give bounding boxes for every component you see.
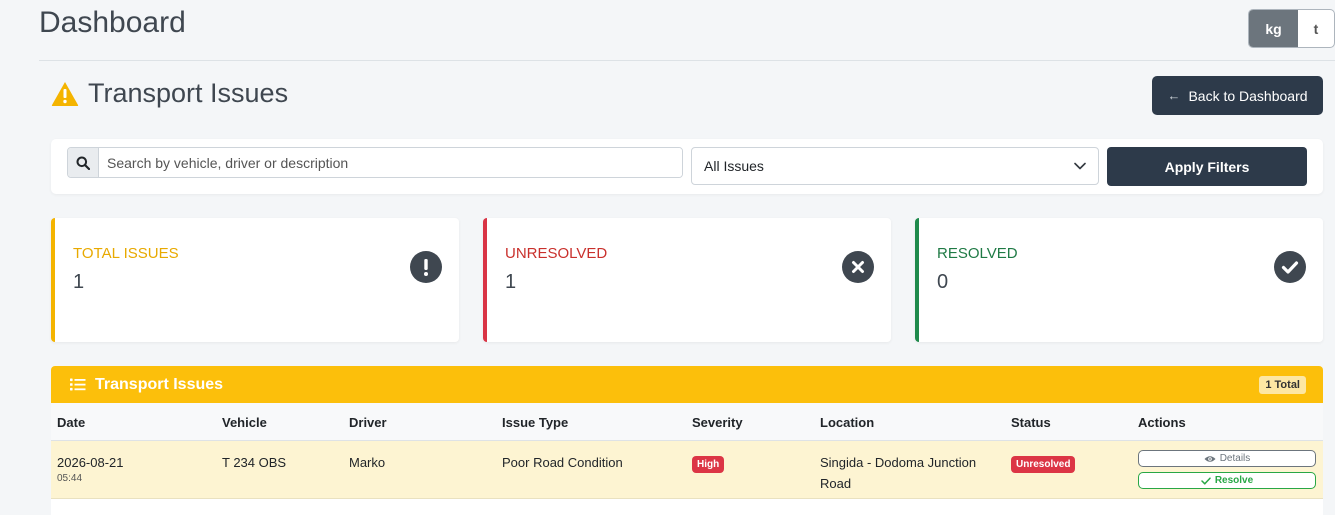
unit-option-kg[interactable]: kg [1249, 10, 1298, 47]
section-title: Transport Issues [51, 78, 288, 109]
row-date: 2026-08-21 [57, 455, 124, 470]
select-value: All Issues [704, 158, 764, 174]
eye-icon [1204, 455, 1216, 462]
check-icon [1201, 476, 1211, 485]
stat-label-total: TOTAL ISSUES [73, 245, 179, 262]
row-time: 05:44 [57, 473, 83, 484]
exclamation-circle-icon [410, 251, 442, 283]
cell-vehicle: T 234 OBS [222, 455, 287, 470]
stat-value-total: 1 [73, 271, 85, 293]
times-circle-icon [842, 251, 874, 283]
back-to-dashboard-button[interactable]: ← Back to Dashboard [1152, 76, 1323, 115]
arrow-left-icon: ← [1167, 88, 1181, 103]
details-label: Details [1219, 453, 1251, 464]
stat-label-unresolved: UNRESOLVED [505, 245, 608, 262]
apply-filters-button[interactable]: Apply Filters [1107, 147, 1307, 186]
issues-table-card: Transport Issues 1 Total Date Vehicle Dr… [51, 366, 1323, 515]
table-column-headers: Date Vehicle Driver Issue Type Severity … [51, 403, 1323, 441]
section-title-text: Transport Issues [88, 78, 289, 108]
col-header-driver[interactable]: Driver [349, 415, 387, 430]
stat-card-unresolved: UNRESOLVED 1 [483, 218, 891, 342]
cell-date: 2026-08-21 05:44 [57, 452, 124, 485]
page-title: Dashboard [39, 6, 186, 39]
stat-card-resolved: RESOLVED 0 [915, 218, 1323, 342]
resolve-label: Resolve [1214, 475, 1254, 486]
col-header-actions: Actions [1138, 415, 1186, 430]
status-badge: Unresolved [1011, 456, 1076, 473]
col-header-severity[interactable]: Severity [692, 415, 743, 430]
search-icon [68, 148, 99, 177]
details-button[interactable]: Details [1138, 450, 1316, 467]
col-header-issue-type[interactable]: Issue Type [502, 415, 568, 430]
cell-location: Singida - Dodoma Junction Road [820, 455, 977, 491]
stat-value-resolved: 0 [937, 271, 949, 293]
table-title: Transport Issues [70, 376, 223, 394]
chevron-down-icon [1074, 162, 1086, 170]
cell-driver: Marko [349, 455, 386, 470]
table-header-bar: Transport Issues 1 Total [51, 366, 1323, 403]
header-divider [39, 60, 1335, 61]
col-header-location[interactable]: Location [820, 415, 874, 430]
total-badge: 1 Total [1259, 375, 1306, 394]
unit-option-t[interactable]: t [1298, 10, 1334, 47]
check-circle-icon [1274, 251, 1306, 283]
unit-toggle: kg t [1248, 9, 1335, 48]
cell-issue-type: Poor Road Condition [502, 455, 623, 470]
search-input[interactable] [99, 148, 682, 177]
table-row[interactable]: 2026-08-21 05:44 T 234 OBS Marko Poor Ro… [51, 441, 1323, 499]
search-group [67, 147, 683, 178]
cell-status: Unresolved [1011, 452, 1076, 473]
filter-bar: All Issues Apply Filters [51, 139, 1323, 194]
col-header-status[interactable]: Status [1011, 415, 1051, 430]
col-header-vehicle[interactable]: Vehicle [222, 415, 267, 430]
col-header-date[interactable]: Date [57, 415, 85, 430]
warning-triangle-icon [51, 81, 79, 106]
resolve-button[interactable]: Resolve [1138, 472, 1316, 489]
list-icon [70, 378, 86, 391]
back-button-label: Back to Dashboard [1188, 87, 1308, 104]
stat-card-total: TOTAL ISSUES 1 [51, 218, 459, 342]
cell-severity: High [692, 452, 725, 473]
stat-label-resolved: RESOLVED [937, 245, 1018, 262]
page: Dashboard kg t Transport Issues ← Back t… [0, 0, 1335, 515]
issue-filter-select[interactable]: All Issues [691, 147, 1099, 185]
table-title-text: Transport Issues [95, 375, 224, 393]
severity-badge: High [692, 456, 725, 473]
stat-value-unresolved: 1 [505, 271, 517, 293]
